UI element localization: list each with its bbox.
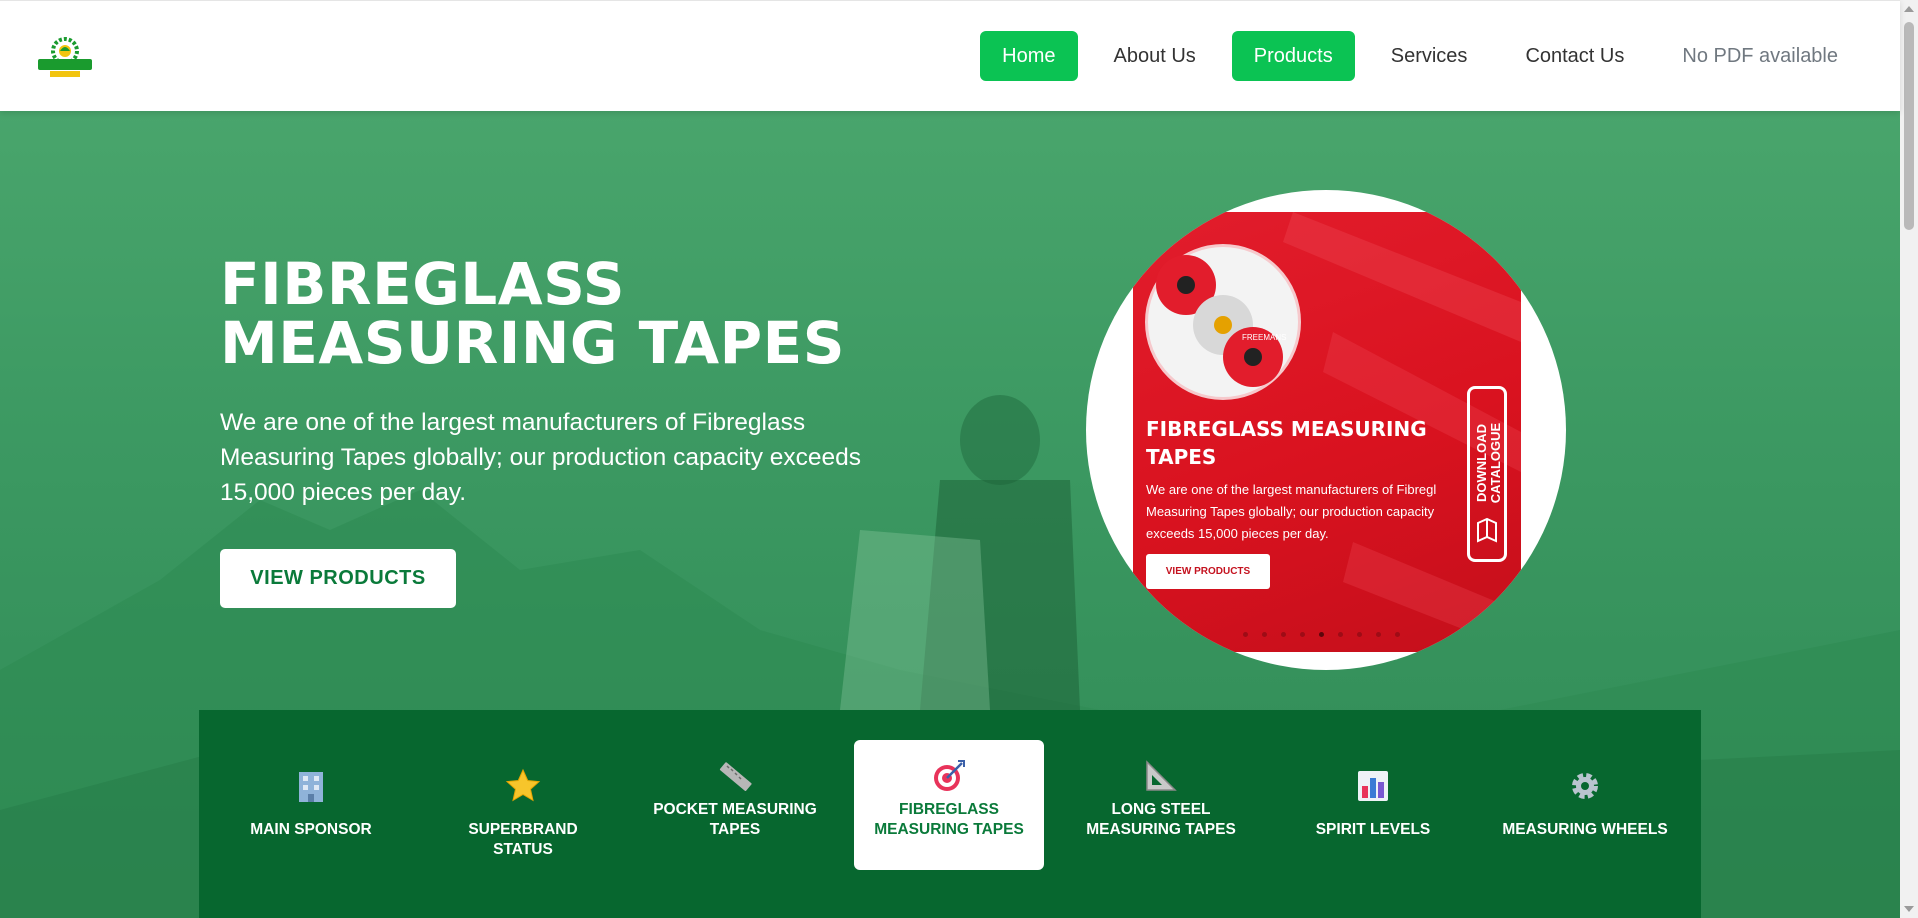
carousel-dot-active[interactable] — [1319, 632, 1324, 637]
scroll-down-arrow-icon[interactable] — [1904, 906, 1914, 912]
carousel-dot[interactable] — [1338, 632, 1343, 637]
triangle-ruler-icon — [1146, 760, 1177, 791]
product-showcase-circle: FREEMANS FIBREGLASS MEASURING TAPES We a… — [1086, 190, 1566, 670]
site-header: Home About Us Products Services Contact … — [0, 0, 1900, 111]
book-icon — [1477, 517, 1497, 543]
category-fibreglass-measuring-tapes[interactable]: FIBREGLASS MEASURING TAPES — [854, 740, 1044, 870]
nav-no-pdf: No PDF available — [1682, 45, 1838, 67]
category-main-sponsor[interactable]: MAIN SPONSOR — [216, 740, 406, 870]
download-catalogue-tab[interactable]: DOWNLOAD CATALOGUE — [1467, 386, 1507, 562]
carousel-dot[interactable] — [1357, 632, 1362, 637]
category-superbrand-status[interactable]: SUPERBRAND STATUS — [428, 740, 618, 870]
category-label: LONG STEEL MEASURING TAPES — [1086, 801, 1236, 838]
nav-services[interactable]: Services — [1369, 31, 1490, 81]
nav-contact-us[interactable]: Contact Us — [1503, 31, 1646, 81]
card-title: FIBREGLASS MEASURING TAPES — [1146, 417, 1427, 469]
nav-products[interactable]: Products — [1231, 31, 1355, 81]
category-measuring-wheels[interactable]: MEASURING WHEELS — [1490, 740, 1680, 870]
star-icon — [505, 768, 541, 802]
target-icon — [934, 760, 965, 791]
category-spirit-levels[interactable]: SPIRIT LEVELS — [1278, 740, 1468, 870]
nav-about-us[interactable]: About Us — [1092, 31, 1218, 81]
carousel-dot[interactable] — [1300, 632, 1305, 637]
category-label: MEASURING WHEELS — [1502, 821, 1668, 838]
page-scrollbar[interactable] — [1900, 0, 1918, 918]
category-long-steel-measuring-tapes[interactable]: LONG STEEL MEASURING TAPES — [1066, 740, 1256, 870]
hero-section: FIBREGLASS MEASURING TAPES We are one of… — [0, 110, 1900, 918]
card-description: We are one of the largest manufacturers … — [1146, 482, 1437, 541]
green-house-logo[interactable] — [36, 29, 94, 83]
gear-icon — [1572, 773, 1598, 799]
category-label: MAIN SPONSOR — [250, 821, 372, 838]
bar-chart-icon — [1358, 771, 1388, 801]
carousel-dot[interactable] — [1395, 632, 1400, 637]
nav-home[interactable]: Home — [980, 31, 1078, 81]
card-view-products-button[interactable]: VIEW PRODUCTS — [1146, 554, 1270, 589]
category-label: SPIRIT LEVELS — [1315, 821, 1431, 838]
carousel-dot[interactable] — [1281, 632, 1286, 637]
carousel-dot[interactable] — [1262, 632, 1267, 637]
main-nav: Home About Us Products Services Contact … — [980, 31, 1860, 81]
category-label: POCKET MEASURING TAPES — [653, 801, 817, 838]
category-label: FIBREGLASS MEASURING TAPES — [874, 801, 1024, 838]
category-bar: MAIN SPONSOR SUPERBRAND STATUS POCKET ME… — [199, 710, 1701, 918]
tape-product-photo: FREEMANS — [1145, 244, 1301, 400]
category-pocket-measuring-tapes[interactable]: POCKET MEASURING TAPES — [640, 740, 830, 870]
carousel-dot[interactable] — [1376, 632, 1381, 637]
tape-brand-label: FREEMANS — [1242, 333, 1286, 342]
hero-description: We are one of the largest manufacturers … — [220, 409, 862, 506]
hero-title: FIBREGLASS MEASURING TAPES — [220, 250, 846, 377]
carousel-dot[interactable] — [1243, 632, 1248, 637]
product-card[interactable]: FREEMANS FIBREGLASS MEASURING TAPES We a… — [1133, 212, 1521, 652]
carousel-dots — [1243, 632, 1400, 637]
view-products-button[interactable]: VIEW PRODUCTS — [220, 549, 456, 608]
scroll-thumb[interactable] — [1904, 22, 1914, 230]
building-icon — [299, 772, 323, 802]
ruler-icon — [719, 762, 752, 791]
category-label: SUPERBRAND STATUS — [468, 821, 578, 858]
scroll-up-arrow-icon[interactable] — [1904, 6, 1914, 12]
